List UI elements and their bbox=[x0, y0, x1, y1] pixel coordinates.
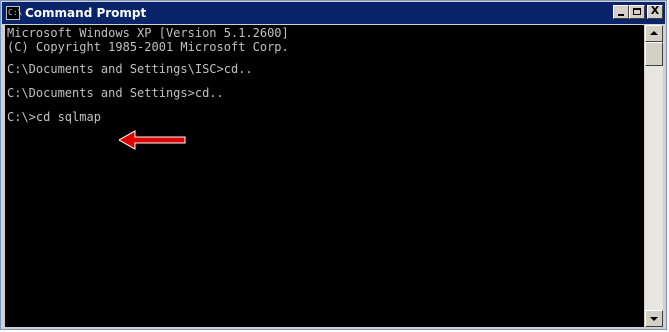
close-icon: X bbox=[650, 4, 660, 17]
minimize-button[interactable] bbox=[613, 5, 629, 19]
vertical-scrollbar[interactable] bbox=[645, 25, 663, 327]
command-prompt-window: C:\ Command Prompt X Microsoft Windows X… bbox=[0, 0, 667, 330]
command-line: C:\>cd sqlmap bbox=[7, 110, 101, 124]
window-title: Command Prompt bbox=[25, 6, 147, 20]
minimize-icon bbox=[618, 14, 624, 16]
maximize-icon bbox=[633, 8, 641, 15]
scroll-down-button[interactable] bbox=[645, 310, 663, 327]
console-line: (C) Copyright 1985-2001 Microsoft Corp. bbox=[7, 40, 289, 54]
scroll-up-button[interactable] bbox=[645, 25, 663, 42]
red-arrow-icon bbox=[119, 130, 186, 150]
console-line: C:\Documents and Settings\ISC>cd.. bbox=[7, 62, 253, 76]
title-bar[interactable]: C:\ Command Prompt X bbox=[2, 2, 665, 24]
console-line: Microsoft Windows XP [Version 5.1.2600] bbox=[7, 26, 289, 40]
console-output[interactable]: Microsoft Windows XP [Version 5.1.2600] … bbox=[5, 25, 644, 327]
maximize-button[interactable] bbox=[629, 5, 645, 19]
cmd-icon[interactable]: C:\ bbox=[6, 6, 22, 20]
scroll-up-icon bbox=[650, 31, 658, 35]
close-button[interactable]: X bbox=[647, 4, 663, 19]
scroll-thumb[interactable] bbox=[645, 42, 663, 66]
scroll-down-icon bbox=[650, 317, 658, 321]
console-line: C:\Documents and Settings>cd.. bbox=[7, 86, 224, 100]
